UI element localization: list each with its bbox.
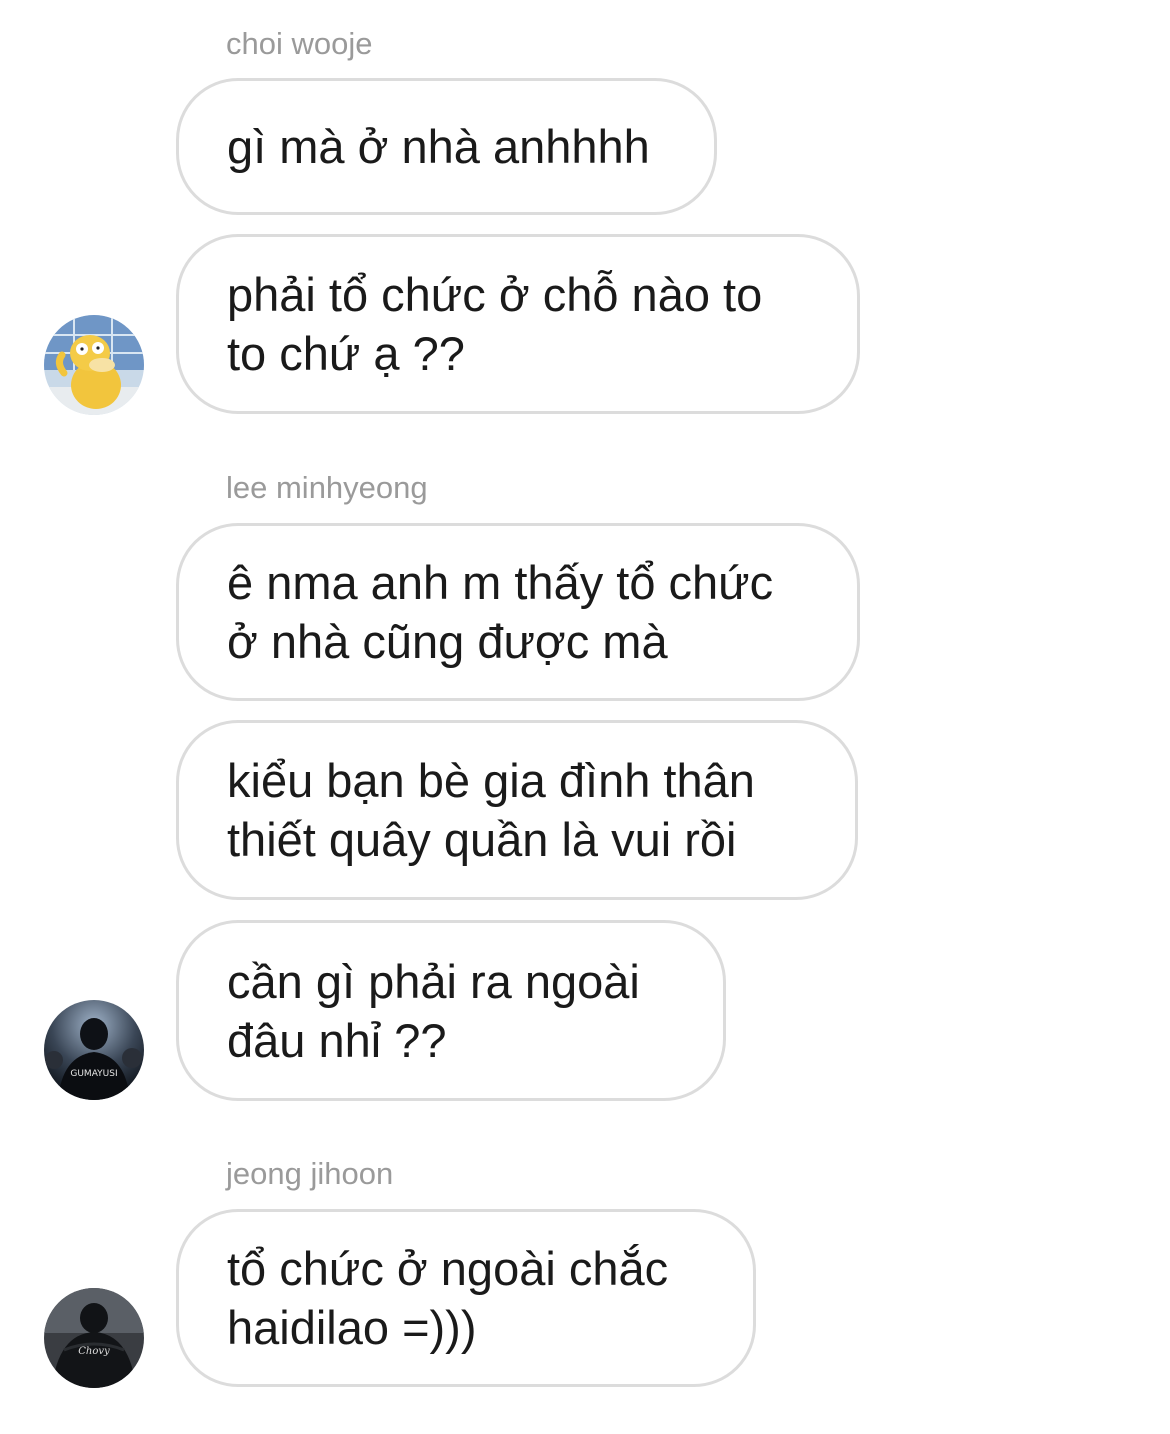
message-bubble[interactable]: gì mà ở nhà anhhhh <box>176 78 717 215</box>
svg-text:GUMAYUSI: GUMAYUSI <box>70 1069 117 1079</box>
message-text: kiểu bạn bè gia đình thân <box>227 754 755 807</box>
sender-name: jeong jihoon <box>226 1156 394 1191</box>
message-bubble[interactable]: tổ chức ở ngoài chắc haidilao =))) <box>176 1209 756 1387</box>
message-text: ở nhà cũng được mà <box>227 615 668 668</box>
message-text: thiết quây quần là vui rồi <box>227 813 737 866</box>
message-bubble[interactable]: ê nma anh m thấy tổ chức ở nhà cũng được… <box>176 523 860 701</box>
message-bubble[interactable]: cần gì phải ra ngoài đâu nhỉ ?? <box>176 920 726 1101</box>
message-text: to chứ ạ ?? <box>227 327 465 380</box>
message-bubble[interactable]: kiểu bạn bè gia đình thân thiết quây quầ… <box>176 720 858 900</box>
message-text: gì mà ở nhà anhhhh <box>227 120 650 173</box>
message-text: ê nma anh m thấy tổ chức <box>227 556 774 609</box>
sender-name: lee minhyeong <box>226 470 428 505</box>
message-text: haidilao =))) <box>227 1301 477 1354</box>
psyduck-avatar[interactable] <box>44 315 144 415</box>
message-text: tổ chức ở ngoài chắc <box>227 1242 669 1295</box>
message-bubble[interactable]: phải tổ chức ở chỗ nào to to chứ ạ ?? <box>176 234 860 414</box>
message-text: phải tổ chức ở chỗ nào to <box>227 268 763 321</box>
player-photo-avatar[interactable]: Chovy <box>44 1288 144 1388</box>
message-text: cần gì phải ra ngoài <box>227 954 640 1008</box>
message-text: đâu nhỉ ?? <box>227 1013 447 1067</box>
svg-text:Chovy: Chovy <box>78 1346 110 1357</box>
player-photo-avatar[interactable]: GUMAYUSI <box>44 1000 144 1100</box>
sender-name: choi wooje <box>226 26 373 61</box>
